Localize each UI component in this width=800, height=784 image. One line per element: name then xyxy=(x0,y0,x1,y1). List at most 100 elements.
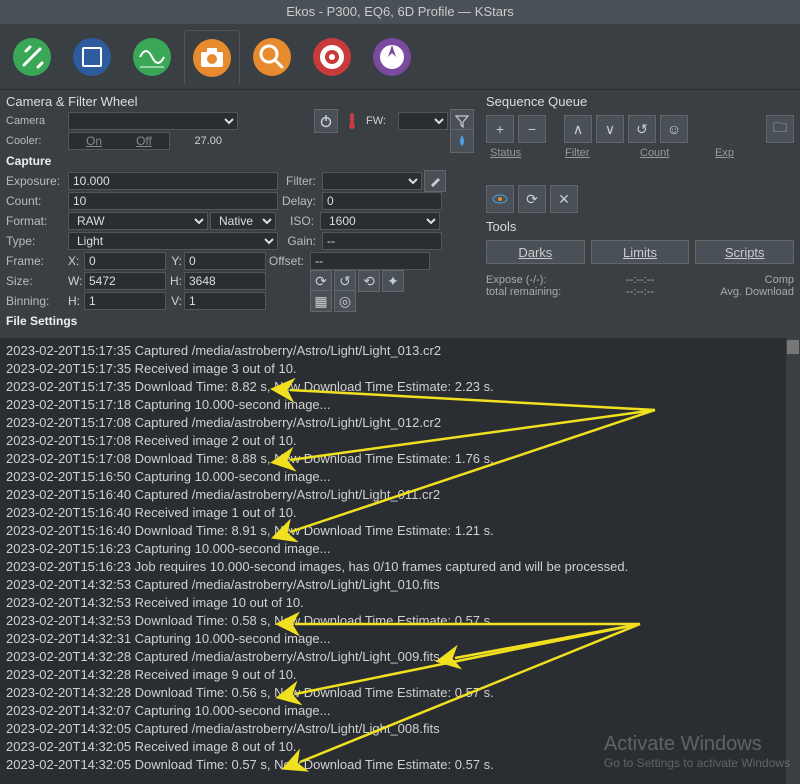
size-h-input[interactable] xyxy=(184,272,266,290)
seq-title: Sequence Queue xyxy=(486,92,794,111)
binning-label: Binning: xyxy=(6,294,66,308)
log-line: 2023-02-20T15:16:23 Capturing 10.000-sec… xyxy=(6,540,794,558)
limits-button[interactable]: Limits xyxy=(591,240,690,264)
offset-input[interactable] xyxy=(310,252,430,270)
seq-remove[interactable]: − xyxy=(518,115,546,143)
count-input[interactable] xyxy=(68,192,278,210)
camera-select[interactable] xyxy=(68,112,238,130)
format-select[interactable]: RAW xyxy=(68,212,208,230)
filter-label: Filter: xyxy=(280,174,320,188)
size-w-label: W: xyxy=(68,274,82,288)
native-select[interactable]: Native xyxy=(210,212,276,230)
log-line: 2023-02-20T14:32:05 Received image 8 out… xyxy=(6,738,794,756)
exposure-input[interactable] xyxy=(68,172,278,190)
log-line: 2023-02-20T14:32:28 Received image 9 out… xyxy=(6,666,794,684)
info-grid: Expose (-/-): total remaining: --:--:-- … xyxy=(486,268,794,298)
log-line: 2023-02-20T14:32:53 Captured /media/astr… xyxy=(6,576,794,594)
log-line: 2023-02-20T15:16:50 Capturing 10.000-sec… xyxy=(6,468,794,486)
type-select[interactable]: Light xyxy=(68,232,278,250)
reset-button[interactable]: ↺ xyxy=(334,270,356,292)
count-label: Count: xyxy=(6,194,66,208)
delay-label: Delay: xyxy=(280,194,320,208)
log-line: 2023-02-20T14:32:31 Capturing 10.000-sec… xyxy=(6,630,794,648)
analyze-tab[interactable] xyxy=(124,30,180,84)
log-scrollbar[interactable] xyxy=(786,338,800,784)
rotate-button[interactable]: ⟲ xyxy=(358,270,380,292)
size-h-label: H: xyxy=(168,274,182,288)
log-line: 2023-02-20T14:32:07 Capturing 10.000-sec… xyxy=(6,702,794,720)
seq-reset[interactable]: ↺ xyxy=(628,115,656,143)
scripts-button[interactable]: Scripts xyxy=(695,240,794,264)
delay-input[interactable] xyxy=(322,192,442,210)
frame-label: Frame: xyxy=(6,254,66,268)
frame-y-label: Y: xyxy=(168,254,182,268)
size-label: Size: xyxy=(6,274,66,288)
window-title: Ekos - P300, EQ6, 6D Profile — KStars xyxy=(0,0,800,24)
loop-preview-button[interactable]: ⟳ xyxy=(518,185,546,213)
frame-y-input[interactable] xyxy=(184,252,266,270)
log-line: 2023-02-20T15:17:35 Received image 3 out… xyxy=(6,360,794,378)
log-line: 2023-02-20T15:17:08 Download Time: 8.88 … xyxy=(6,450,794,468)
iso-label: ISO: xyxy=(278,214,318,228)
drop-button[interactable] xyxy=(450,129,474,153)
tools-title: Tools xyxy=(486,217,794,236)
seq-folder[interactable]: 🗀 xyxy=(766,115,794,143)
cooler-value: 27.00 xyxy=(172,135,222,147)
capture-tab[interactable] xyxy=(184,30,240,84)
preview-button[interactable] xyxy=(486,185,514,213)
log-line: 2023-02-20T15:17:08 Received image 2 out… xyxy=(6,432,794,450)
temp-icon xyxy=(340,109,364,133)
guide-tab[interactable] xyxy=(364,30,420,84)
cooler-toggle[interactable]: OnOff xyxy=(68,132,170,150)
capture-header: Capture xyxy=(6,154,51,168)
log-panel[interactable]: 2023-02-20T15:17:35 Captured /media/astr… xyxy=(0,338,800,784)
log-line: 2023-02-20T15:16:40 Received image 1 out… xyxy=(6,504,794,522)
log-line: 2023-02-20T15:16:40 Captured /media/astr… xyxy=(6,486,794,504)
seq-up[interactable]: ∧ xyxy=(564,115,592,143)
iso-select[interactable]: 1600 xyxy=(320,212,440,230)
format-label: Format: xyxy=(6,214,66,228)
log-line: 2023-02-20T15:17:08 Captured /media/astr… xyxy=(6,414,794,432)
camera-label: Camera xyxy=(6,115,66,127)
log-line: 2023-02-20T15:17:35 Captured /media/astr… xyxy=(6,342,794,360)
offset-label: Offset: xyxy=(268,254,308,268)
filter-select[interactable] xyxy=(322,172,422,190)
filter-edit-button[interactable] xyxy=(424,170,446,192)
log-line: 2023-02-20T14:32:05 Captured /media/astr… xyxy=(6,720,794,738)
module-toolbar xyxy=(0,24,800,90)
power-button[interactable] xyxy=(314,109,338,133)
rotator-button[interactable]: ◎ xyxy=(334,290,356,312)
seq-columns: StatusFilterCountExp xyxy=(486,147,794,161)
log-line: 2023-02-20T15:16:23 Job requires 10.000-… xyxy=(6,558,794,576)
calib-button[interactable]: ▦ xyxy=(310,290,332,312)
bin-v-input[interactable] xyxy=(184,292,266,310)
clear-button[interactable]: ✕ xyxy=(550,185,578,213)
fw-label: FW: xyxy=(366,115,396,127)
bin-v-label: V: xyxy=(168,294,182,308)
exposure-label: Exposure: xyxy=(6,174,66,188)
seq-user[interactable]: ☺ xyxy=(660,115,688,143)
seq-add[interactable]: + xyxy=(486,115,514,143)
focus-tab[interactable] xyxy=(244,30,300,84)
frame-x-input[interactable] xyxy=(84,252,166,270)
gain-input[interactable] xyxy=(322,232,442,250)
fw-select[interactable] xyxy=(398,112,448,130)
log-line: 2023-02-20T14:32:05 Download Time: 0.57 … xyxy=(6,756,794,774)
size-w-input[interactable] xyxy=(84,272,166,290)
setup-tab[interactable] xyxy=(4,30,60,84)
log-line: 2023-02-20T14:32:28 Captured /media/astr… xyxy=(6,648,794,666)
log-line: 2023-02-20T14:32:53 Received image 10 ou… xyxy=(6,594,794,612)
log-line: 2023-02-20T15:17:18 Capturing 10.000-sec… xyxy=(6,396,794,414)
log-line: 2023-02-20T14:32:28 Download Time: 0.56 … xyxy=(6,684,794,702)
bin-h-input[interactable] xyxy=(84,292,166,310)
gain-label: Gain: xyxy=(280,234,320,248)
scheduler-tab[interactable] xyxy=(64,30,120,84)
type-label: Type: xyxy=(6,234,66,248)
align-tab[interactable] xyxy=(304,30,360,84)
file-settings-header: File Settings xyxy=(6,314,77,328)
loop-button[interactable]: ⟳ xyxy=(310,270,332,292)
darks-button[interactable]: Darks xyxy=(486,240,585,264)
seq-down[interactable]: ∨ xyxy=(596,115,624,143)
log-line: 2023-02-20T15:17:35 Download Time: 8.82 … xyxy=(6,378,794,396)
magic-button[interactable]: ✦ xyxy=(382,270,404,292)
